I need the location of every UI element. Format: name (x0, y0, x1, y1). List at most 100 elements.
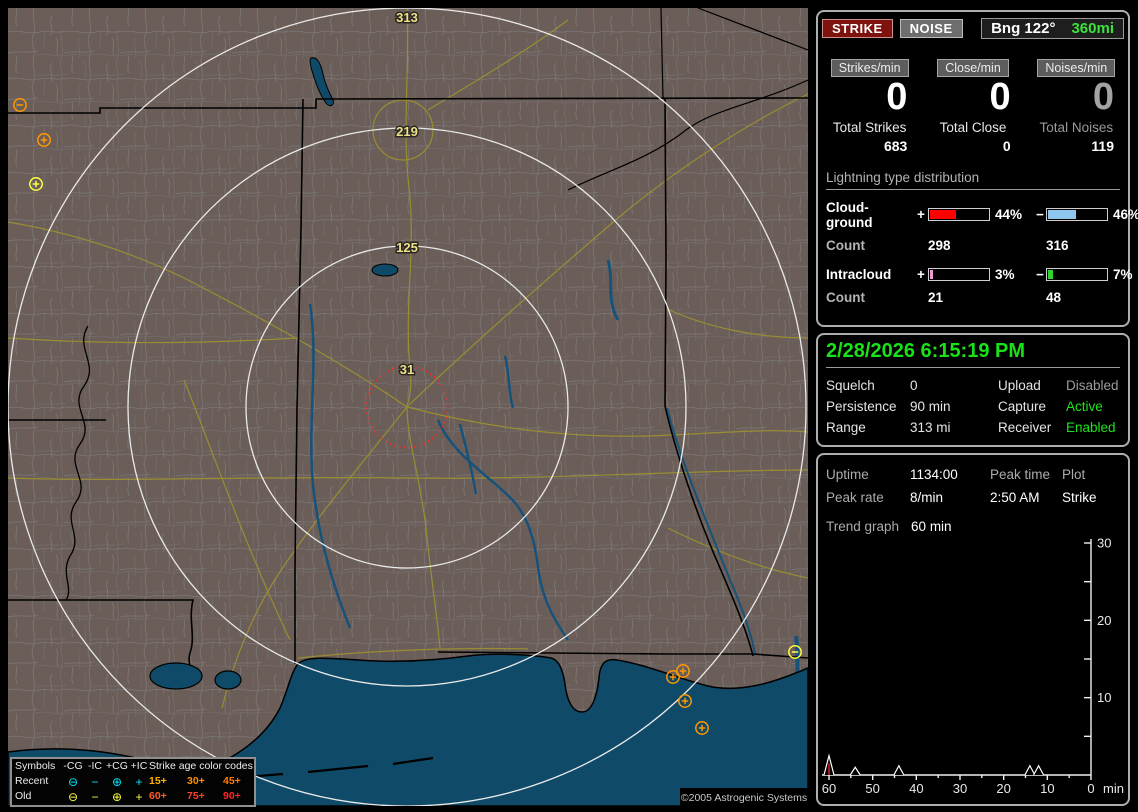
count-label: Count (826, 237, 865, 253)
cg-plus-pct: 44% (995, 207, 1023, 223)
minus-sign: − (1036, 266, 1044, 282)
bearing-range-value: 360mi (1071, 20, 1114, 37)
cg-minus-bar (1046, 208, 1108, 222)
squelch-label: Squelch (826, 378, 875, 393)
lightning-map[interactable]: 313 219 125 31 ©2005 Astrogenic Systems … (8, 8, 808, 807)
trend-graph-value: 60 min (911, 519, 952, 534)
ring-label-125: 125 (396, 240, 418, 255)
legend-col-pcg: +CG (106, 760, 128, 772)
age-30: 30+ (187, 775, 205, 787)
close-counter: Close/min 0 Total Close 0 (921, 59, 1024, 154)
receiver-label: Receiver (998, 420, 1052, 435)
age-90: 90+ (223, 790, 241, 802)
map-legend: Symbols -CG -IC +CG +IC Strike age color… (10, 757, 256, 807)
legend-header-row: Symbols -CG -IC +CG +IC Strike age color… (12, 759, 254, 774)
old-ncg-icon: ⊖ (67, 789, 79, 804)
legend-col-nic: -IC (88, 760, 102, 772)
age-60: 60+ (149, 790, 167, 802)
recent-ncg-icon: ⊖ (67, 774, 79, 789)
recent-pic-icon: + (135, 774, 143, 789)
legend-col-pic: +IC (130, 760, 148, 772)
capture-status: Active (1066, 399, 1103, 414)
noises-rate-value: 0 (1092, 76, 1114, 118)
age-75: 75+ (187, 790, 205, 802)
total-strikes-label: Total Strikes (832, 119, 907, 135)
cg-plus-bar (928, 208, 990, 222)
receiver-status: Enabled (1066, 420, 1116, 435)
plot-value: Strike (1062, 490, 1097, 505)
ic-minus-bar (1046, 267, 1108, 281)
legend-symbols-header: Symbols (15, 760, 56, 772)
status-panel: 2/28/2026 6:15:19 PM Squelch 0 Upload Di… (816, 333, 1130, 447)
lightning-distribution: Lightning type distribution Cloud-ground… (826, 170, 1138, 305)
stats-grid: Uptime 1134:00 Peak time Plot Peak rate … (826, 467, 1120, 505)
lake-borgne (214, 670, 242, 690)
total-close-label: Total Close (939, 119, 1007, 135)
svg-text:50: 50 (865, 781, 879, 796)
noise-mode-button[interactable]: NOISE (899, 19, 963, 38)
svg-text:10: 10 (1097, 690, 1111, 705)
rate-counters: Strikes/min 0 Total Strikes 683 Close/mi… (818, 59, 1128, 154)
app-window: { "window": { "copyright": "©2005 Astrog… (0, 0, 1138, 812)
svg-text:30: 30 (953, 781, 967, 796)
intracloud-label: Intracloud (826, 266, 892, 282)
datetime-display: 2/28/2026 6:15:19 PM (826, 340, 1120, 368)
copyright-bar: ©2005 Astrogenic Systems (680, 788, 808, 806)
svg-text:20: 20 (1097, 613, 1111, 628)
distribution-title: Lightning type distribution (826, 170, 1120, 190)
ring-label-219: 219 (396, 124, 418, 139)
upload-status: Disabled (1066, 378, 1119, 393)
range-label: Range (826, 420, 866, 435)
strikes-rate-value: 0 (886, 76, 908, 118)
total-close-value: 0 (1002, 137, 1011, 154)
count-label: Count (826, 289, 865, 305)
svg-text:30: 30 (1097, 536, 1111, 551)
total-strikes-value: 683 (883, 137, 908, 154)
cloud-ground-label: Cloud-ground (826, 199, 873, 230)
peak-time-label: Peak time (990, 467, 1051, 482)
noises-counter: Noises/min 0 Total Noises 119 (1025, 59, 1128, 154)
cloud-ground-row: Cloud-ground + 44% − 46% (826, 199, 1138, 230)
lake-pontchartrain (149, 662, 203, 690)
close-rate-value: 0 (989, 76, 1011, 118)
intracloud-row: Intracloud + 3% − 7% (826, 266, 1133, 282)
lake-martin (371, 263, 399, 277)
legend-recent-row: Recent ⊖ − ⊕ + 15+ 30+ 45+ (12, 774, 254, 789)
persistence-value: 90 min (910, 399, 951, 414)
legend-recent-label: Recent (15, 775, 49, 787)
peak-time-value: 2:50 AM (990, 490, 1040, 505)
ic-minus-count: 48 (1046, 289, 1062, 305)
svg-text:60: 60 (822, 781, 836, 796)
ring-label-313: 313 (396, 10, 418, 25)
noises-per-min-button[interactable]: Noises/min (1037, 59, 1116, 77)
close-per-min-button[interactable]: Close/min (937, 59, 1009, 77)
cg-minus-count: 316 (1046, 237, 1069, 253)
minus-sign: − (1036, 207, 1044, 223)
strikes-per-min-button[interactable]: Strikes/min (830, 59, 909, 77)
old-pcg-icon: ⊕ (111, 789, 123, 804)
persistence-label: Persistence (826, 399, 897, 414)
uptime-label: Uptime (826, 467, 869, 482)
ic-minus-pct: 7% (1113, 266, 1133, 282)
old-nic-icon: − (91, 789, 99, 804)
age-15: 15+ (149, 775, 167, 787)
mode-toolbar: STRIKE NOISE Bng 122° 360mi (822, 18, 1124, 39)
peak-rate-label: Peak rate (826, 490, 884, 505)
bearing-readout: Bng 122° 360mi (981, 18, 1124, 39)
trend-graph-chart: 10 20 30 0 10 20 30 40 50 60 min (822, 536, 1124, 797)
ring-label-31: 31 (400, 362, 414, 377)
strike-mode-button[interactable]: STRIKE (822, 19, 893, 38)
ic-plus-count: 21 (928, 289, 944, 305)
cg-minus-pct: 46% (1113, 207, 1138, 223)
svg-text:min: min (1103, 781, 1124, 796)
cg-plus-count: 298 (928, 237, 951, 253)
peak-rate-value: 8/min (910, 490, 944, 505)
status-grid: Squelch 0 Upload Disabled Persistence 90… (826, 378, 1120, 435)
age-45: 45+ (223, 775, 241, 787)
legend-old-label: Old (15, 790, 32, 802)
legend-col-ncg: -CG (63, 760, 83, 772)
svg-text:10: 10 (1040, 781, 1054, 796)
svg-text:0: 0 (1087, 781, 1094, 796)
strikes-counter: Strikes/min 0 Total Strikes 683 (818, 59, 921, 154)
capture-label: Capture (998, 399, 1047, 414)
